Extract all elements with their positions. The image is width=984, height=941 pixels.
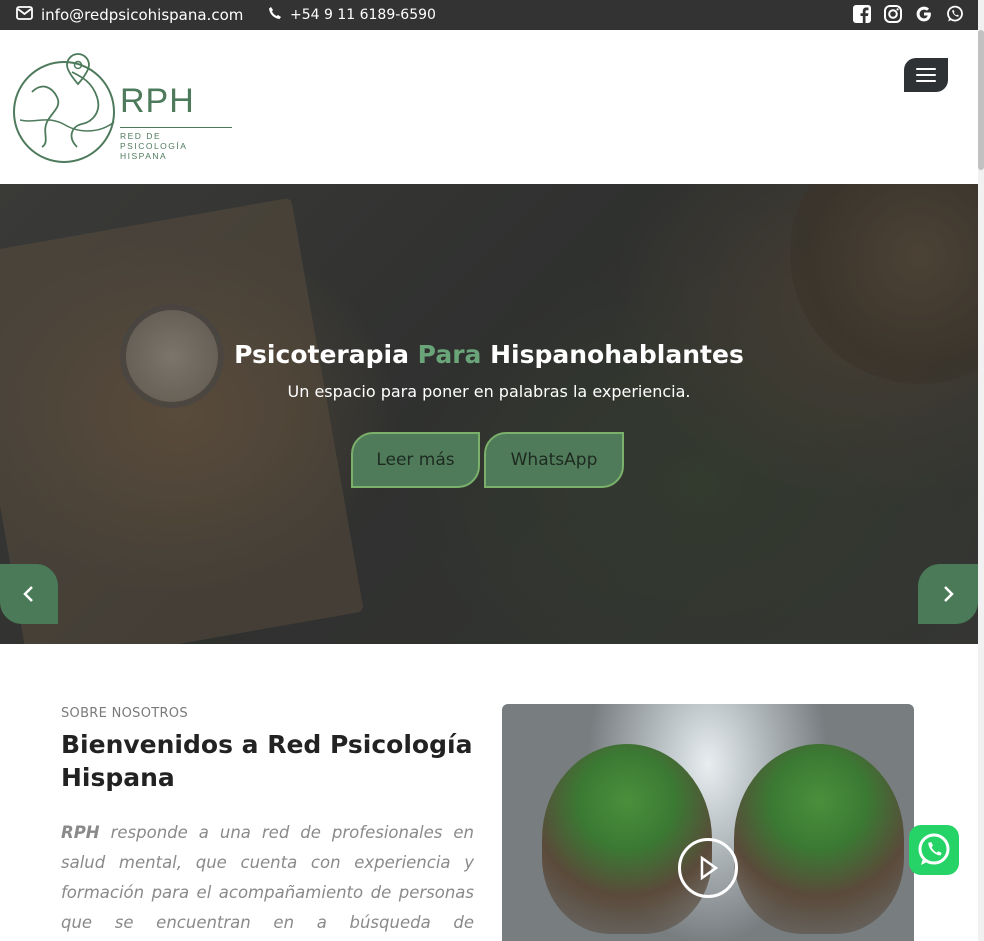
play-icon <box>700 855 719 881</box>
whatsapp-float-button[interactable] <box>909 825 959 875</box>
hero-carousel: Psicoterapia Para Hispanohablantes Un es… <box>0 184 978 644</box>
chevron-left-icon <box>23 586 33 602</box>
video-thumbnail-tree-right <box>734 744 904 934</box>
hero-title-part2: Hispanohablantes <box>490 340 744 369</box>
play-button[interactable] <box>678 838 738 898</box>
logo-subtitle: RED DE PSICOLOGÍA HISPANA <box>120 127 232 161</box>
scrollbar-thumb[interactable] <box>978 30 984 170</box>
phone-text: +54 9 11 6189-6590 <box>290 7 436 23</box>
site-logo[interactable]: RPH RED DE PSICOLOGÍA HISPANA <box>12 52 232 167</box>
logo-wordmark: RPH RED DE PSICOLOGÍA HISPANA <box>120 82 232 161</box>
hero-subtitle: Un espacio para poner en palabras la exp… <box>287 382 691 401</box>
menu-toggle-button[interactable] <box>904 58 948 92</box>
instagram-icon[interactable] <box>883 3 902 25</box>
whatsapp-button[interactable]: WhatsApp <box>484 432 624 488</box>
email-link[interactable]: info@redpsicohispana.com <box>16 0 243 30</box>
email-text: info@redpsicohispana.com <box>41 6 244 24</box>
phone-icon <box>268 6 282 24</box>
site-header: RPH RED DE PSICOLOGÍA HISPANA <box>0 30 978 184</box>
hamburger-line <box>916 74 936 76</box>
facebook-icon[interactable] <box>852 3 871 25</box>
about-title: Bienvenidos a Red Psicología Hispana <box>61 730 473 792</box>
carousel-prev-button[interactable] <box>0 564 58 624</box>
logo-title: RPH <box>120 82 195 120</box>
globe-logo-icon <box>13 53 115 163</box>
section-kicker: SOBRE NOSOTROS <box>61 706 188 721</box>
hero-overlay <box>0 184 978 644</box>
whatsapp-icon <box>918 833 950 865</box>
hamburger-line <box>916 80 936 82</box>
phone-link[interactable]: +54 9 11 6189-6590 <box>268 0 436 30</box>
brand-abbrev: RPH <box>61 823 100 842</box>
google-icon[interactable] <box>914 3 933 25</box>
hero-title-accent: Para <box>417 340 482 369</box>
read-more-button[interactable]: Leer más <box>351 432 480 488</box>
video-thumbnail-tree-left <box>542 744 712 934</box>
logo-subtitle-line2: HISPANA <box>120 151 168 161</box>
envelope-icon <box>16 6 33 24</box>
social-links <box>852 3 964 25</box>
hero-title: Psicoterapia Para Hispanohablantes <box>0 340 978 369</box>
about-text: RPH responde a una red de profesionales … <box>61 818 474 938</box>
about-body: responde a una red de profesionales en s… <box>61 823 474 932</box>
hero-title-part1: Psicoterapia <box>234 340 409 369</box>
chevron-right-icon <box>944 586 954 602</box>
about-section: SOBRE NOSOTROS Bienvenidos a Red Psicolo… <box>0 644 978 941</box>
carousel-next-button[interactable] <box>918 564 978 624</box>
hamburger-line <box>916 68 936 70</box>
page-scrollbar[interactable] <box>978 0 984 941</box>
about-video[interactable] <box>502 704 914 941</box>
top-bar: info@redpsicohispana.com +54 9 11 6189-6… <box>0 0 978 30</box>
whatsapp-icon[interactable] <box>945 3 964 25</box>
logo-subtitle-line1: RED DE PSICOLOGÍA <box>120 131 188 151</box>
